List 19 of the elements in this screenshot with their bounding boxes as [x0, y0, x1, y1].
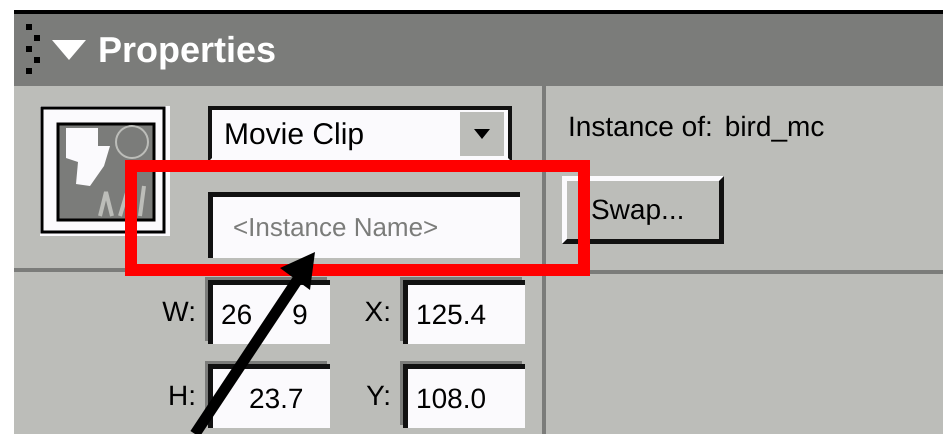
field-label: W: [161, 295, 197, 329]
symbol-type-dropdown[interactable]: Movie Clip [208, 106, 512, 162]
swap-button[interactable]: Swap... [562, 176, 724, 244]
field-label: H: [167, 379, 197, 413]
grip-icon [26, 24, 40, 76]
field-value: 26 [221, 298, 252, 332]
instance-name-field[interactable]: <Instance Name> [208, 192, 520, 258]
field-label: Y: [365, 379, 392, 413]
panel-header[interactable]: Properties [14, 10, 943, 86]
input-field[interactable]: 125.4 [403, 280, 525, 344]
field-label: X: [364, 295, 392, 329]
symbol-name: bird_mc [724, 110, 824, 144]
input-field[interactable]: 108.0 [403, 364, 525, 428]
panel-title: Properties [98, 28, 276, 72]
movie-clip-symbol-icon [40, 106, 170, 236]
dropdown-caret-icon [474, 129, 490, 139]
field-value: 9 [292, 298, 308, 332]
instance-of-label: Instance of: [568, 110, 713, 144]
input-field[interactable]: 23.7 [208, 364, 330, 428]
